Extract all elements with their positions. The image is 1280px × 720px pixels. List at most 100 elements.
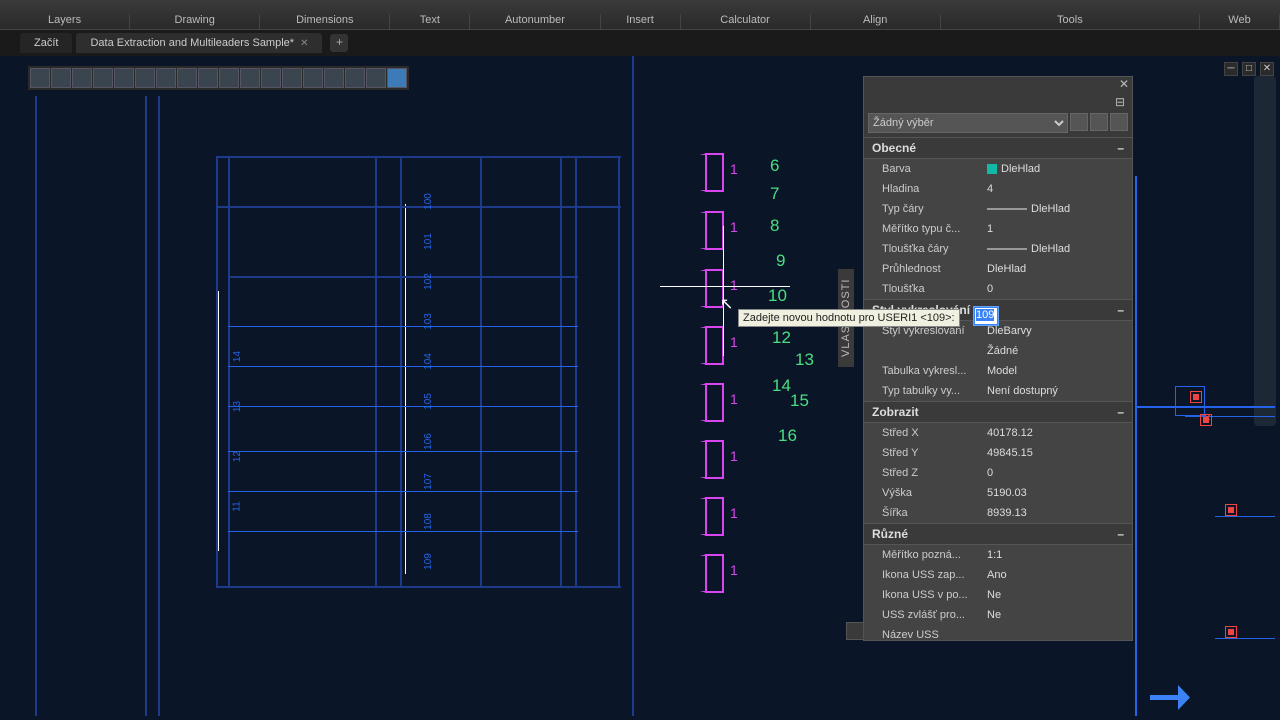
tool-9[interactable] (198, 68, 218, 88)
block-symbol[interactable] (665, 153, 720, 188)
property-row[interactable]: Měřítko typu č...1 (864, 219, 1132, 239)
property-row[interactable]: Střed Y49845.15 (864, 443, 1132, 463)
block-symbol[interactable] (665, 326, 720, 361)
ribbon-group-web[interactable]: Web (1200, 14, 1280, 29)
maximize-button[interactable]: □ (1242, 62, 1256, 76)
ribbon-group-layers[interactable]: Layers (0, 14, 130, 29)
compass-icon[interactable] (1150, 685, 1190, 710)
property-value[interactable]: 49845.15 (987, 445, 1132, 461)
property-value[interactable]: 8939.13 (987, 505, 1132, 521)
property-row[interactable]: Žádné (864, 341, 1132, 361)
collapse-icon[interactable]: – (1117, 527, 1124, 541)
ribbon-group-insert[interactable]: Insert (601, 14, 681, 29)
tool-10[interactable] (219, 68, 239, 88)
property-value[interactable]: Ne (987, 587, 1132, 603)
property-row[interactable]: Ikona USS v po...Ne (864, 585, 1132, 605)
panel-pin-icon[interactable]: ⊟ (1112, 95, 1128, 109)
block-symbol[interactable] (665, 554, 720, 589)
tool-5[interactable] (114, 68, 134, 88)
tool-14[interactable] (303, 68, 323, 88)
panel-options-icon[interactable] (846, 622, 864, 640)
tool-8[interactable] (177, 68, 197, 88)
ribbon-group-tools[interactable]: Tools (941, 14, 1200, 29)
property-value[interactable]: Model (987, 363, 1132, 379)
tool-16[interactable] (345, 68, 365, 88)
tool-7[interactable] (156, 68, 176, 88)
block-symbol[interactable] (665, 383, 720, 418)
panel-close-icon[interactable]: ✕ (1116, 77, 1132, 95)
property-row[interactable]: Název USS (864, 625, 1132, 645)
block-symbol[interactable] (665, 497, 720, 532)
property-row[interactable]: Tabulka vykresl...Model (864, 361, 1132, 381)
minimize-button[interactable]: ─ (1224, 62, 1238, 76)
ribbon-group-align[interactable]: Align (811, 14, 941, 29)
tool-1[interactable] (30, 68, 50, 88)
ribbon-group-text[interactable]: Text (390, 14, 470, 29)
tool-3[interactable] (72, 68, 92, 88)
tool-4[interactable] (93, 68, 113, 88)
value-input[interactable]: 109 (974, 307, 998, 325)
tool-12[interactable] (261, 68, 281, 88)
tab-start[interactable]: Začít (20, 33, 72, 53)
property-value[interactable]: DleHlad (987, 261, 1132, 277)
tab-add-button[interactable]: + (330, 34, 348, 52)
property-row[interactable]: USS zvlášť pro...Ne (864, 605, 1132, 625)
tool-2[interactable] (51, 68, 71, 88)
ribbon-group-drawing[interactable]: Drawing (130, 14, 260, 29)
property-value[interactable]: 0 (987, 281, 1132, 297)
property-row[interactable]: Ikona USS zap...Ano (864, 565, 1132, 585)
property-value[interactable]: DleHlad (987, 241, 1132, 257)
tool-18[interactable] (387, 68, 407, 88)
property-value[interactable]: 40178.12 (987, 425, 1132, 441)
property-row[interactable]: Tloušťka čáryDleHlad (864, 239, 1132, 259)
block-symbol[interactable] (665, 211, 720, 246)
property-value[interactable]: 1:1 (987, 547, 1132, 563)
property-row[interactable]: Šířka8939.13 (864, 503, 1132, 523)
collapse-icon[interactable]: – (1117, 303, 1124, 317)
property-row[interactable]: Tloušťka0 (864, 279, 1132, 299)
property-row[interactable]: Výška5190.03 (864, 483, 1132, 503)
collapse-icon[interactable]: – (1117, 405, 1124, 419)
property-row[interactable]: Typ tabulky vy...Není dostupný (864, 381, 1132, 401)
tab-active-document[interactable]: Data Extraction and Multileaders Sample*… (76, 33, 322, 53)
property-value[interactable]: 5190.03 (987, 485, 1132, 501)
property-row[interactable]: Hladina4 (864, 179, 1132, 199)
drawing-workspace[interactable]: ─ □ ✕ 109 108 107 106 105 (0, 56, 1280, 720)
collapse-icon[interactable]: – (1117, 141, 1124, 155)
property-value[interactable]: DleHlad (987, 161, 1132, 177)
property-row[interactable]: Střed X40178.12 (864, 423, 1132, 443)
select-objects-icon[interactable] (1110, 113, 1128, 131)
property-row[interactable]: Měřítko pozná...1:1 (864, 545, 1132, 565)
tool-13[interactable] (282, 68, 302, 88)
property-value[interactable]: 4 (987, 181, 1132, 197)
section-view[interactable]: Zobrazit– (864, 401, 1132, 423)
section-misc[interactable]: Různé– (864, 523, 1132, 545)
tool-17[interactable] (366, 68, 386, 88)
property-row[interactable]: Střed Z0 (864, 463, 1132, 483)
quickselect-icon[interactable] (1070, 113, 1088, 131)
close-button[interactable]: ✕ (1260, 62, 1274, 76)
property-value[interactable]: Není dostupný (987, 383, 1132, 399)
property-value[interactable]: Ne (987, 607, 1132, 623)
ribbon-group-calculator[interactable]: Calculator (681, 14, 811, 29)
property-value[interactable]: DleBarvy (987, 323, 1132, 339)
tool-6[interactable] (135, 68, 155, 88)
property-row[interactable]: Typ čáryDleHlad (864, 199, 1132, 219)
property-value[interactable] (987, 627, 1132, 643)
tool-15[interactable] (324, 68, 344, 88)
property-value[interactable]: DleHlad (987, 201, 1132, 217)
property-value[interactable]: Ano (987, 567, 1132, 583)
close-icon[interactable]: ✕ (300, 38, 308, 49)
property-row[interactable]: PrůhlednostDleHlad (864, 259, 1132, 279)
block-symbol[interactable] (665, 440, 720, 475)
section-general[interactable]: Obecné– (864, 137, 1132, 159)
property-row[interactable]: BarvaDleHlad (864, 159, 1132, 179)
property-value[interactable]: 1 (987, 221, 1132, 237)
ribbon-group-autonumber[interactable]: Autonumber (470, 14, 600, 29)
selection-filter-dropdown[interactable]: Žádný výběr (868, 113, 1068, 133)
property-value[interactable]: 0 (987, 465, 1132, 481)
pickadd-icon[interactable] (1090, 113, 1108, 131)
tool-11[interactable] (240, 68, 260, 88)
ribbon-group-dimensions[interactable]: Dimensions (260, 14, 390, 29)
property-value[interactable]: Žádné (987, 343, 1132, 359)
